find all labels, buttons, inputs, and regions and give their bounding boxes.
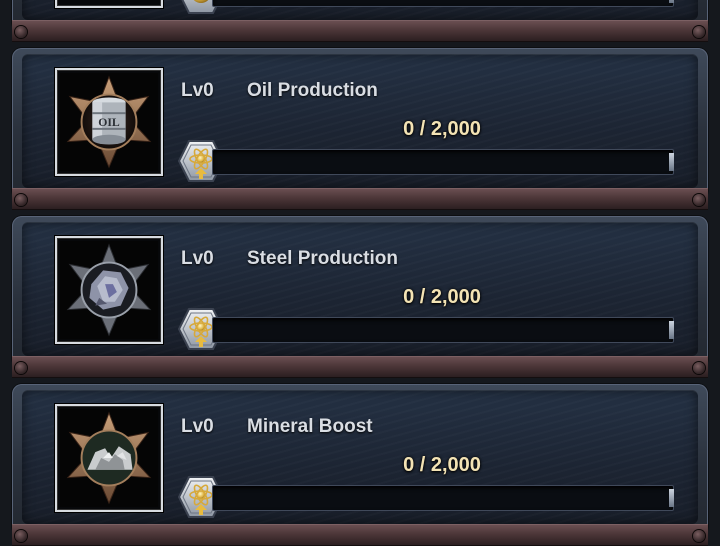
rivet-icon bbox=[693, 362, 705, 374]
card-rail bbox=[12, 524, 708, 546]
progress-bar bbox=[212, 317, 674, 343]
progress-bar bbox=[212, 485, 674, 511]
rivet-icon bbox=[15, 26, 27, 38]
skill-icon-frame: OIL bbox=[55, 68, 163, 176]
skill-icon-frame bbox=[55, 236, 163, 344]
rivet-icon bbox=[15, 194, 27, 206]
rivet-icon bbox=[15, 362, 27, 374]
card-rail bbox=[12, 188, 708, 210]
rivet-icon bbox=[15, 530, 27, 542]
bar-cap bbox=[669, 321, 674, 339]
skill-level: Lv0 bbox=[181, 416, 214, 437]
bar-cap bbox=[669, 153, 674, 171]
bar-cap bbox=[669, 489, 674, 507]
skill-level: Lv0 bbox=[181, 80, 214, 101]
rivet-icon bbox=[693, 194, 705, 206]
skill-card-partial[interactable] bbox=[12, 0, 708, 42]
skill-icon-frame bbox=[55, 404, 163, 512]
progress-bar bbox=[212, 149, 674, 175]
skill-card-oil-production[interactable]: OIL Lv0 Oil Production 0 / 2,000 bbox=[12, 48, 708, 210]
skill-name: Steel Production bbox=[247, 248, 398, 269]
card-rail bbox=[12, 356, 708, 378]
skill-card-mineral-boost[interactable]: Lv0 Mineral Boost 0 / 2,000 bbox=[12, 384, 708, 546]
skill-name: Mineral Boost bbox=[247, 416, 373, 437]
card-rail bbox=[12, 20, 708, 42]
skill-icon-frame bbox=[55, 0, 163, 8]
bar-cap bbox=[669, 0, 674, 3]
progress-text: 0 / 2,000 bbox=[403, 118, 481, 140]
svg-text:OIL: OIL bbox=[98, 116, 120, 129]
progress-bar bbox=[212, 0, 674, 7]
progress-text: 0 / 2,000 bbox=[403, 454, 481, 476]
skill-name: Oil Production bbox=[247, 80, 378, 101]
steel-ore-medal-icon bbox=[60, 241, 158, 339]
oil-barrel-medal-icon: OIL bbox=[60, 73, 158, 171]
skill-card-steel-production[interactable]: Lv0 Steel Production 0 / 2,000 bbox=[12, 216, 708, 378]
oil-barrel-medal-icon bbox=[60, 0, 158, 3]
progress-text: 0 / 2,000 bbox=[403, 286, 481, 308]
rivet-icon bbox=[693, 530, 705, 542]
mineral-rocks-medal-icon bbox=[60, 409, 158, 507]
rivet-icon bbox=[693, 26, 705, 38]
skill-level: Lv0 bbox=[181, 248, 214, 269]
